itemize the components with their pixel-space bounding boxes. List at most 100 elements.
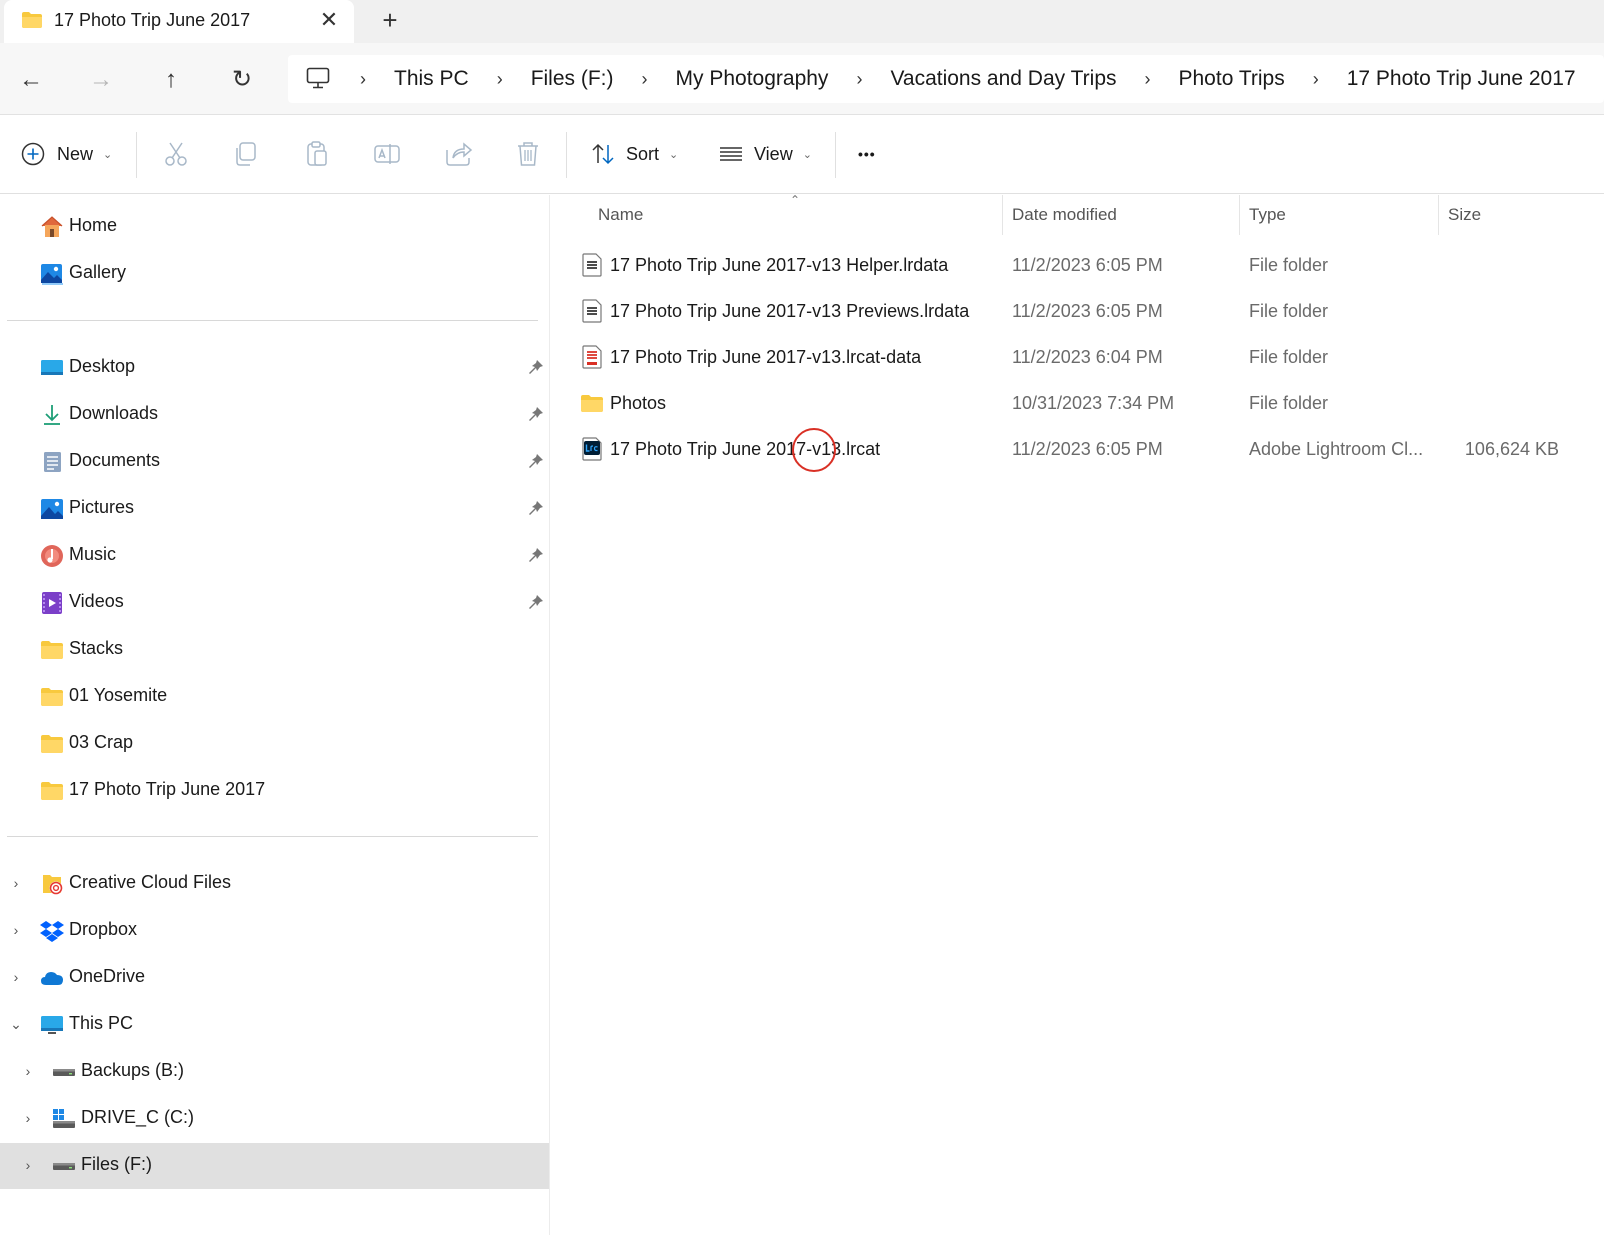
sidebar-item-label: Dropbox — [69, 919, 138, 939]
file-type: Adobe Lightroom Cl... — [1249, 439, 1424, 459]
breadcrumb-item[interactable]: Files (F:) — [531, 67, 614, 91]
sidebar-item-files-drive[interactable]: › Files (F:) — [0, 1143, 549, 1189]
file-type: File folder — [1249, 347, 1329, 367]
sidebar-item-03-crap[interactable]: 03 Crap — [0, 721, 550, 767]
table-row[interactable]: Photos 10/31/2023 7:34 PM File folder — [551, 381, 1604, 427]
new-tab-button[interactable]: + — [376, 6, 404, 34]
file-type: File folder — [1249, 393, 1329, 413]
pc-icon[interactable] — [306, 67, 330, 89]
sidebar-item-label: Documents — [69, 450, 161, 470]
address-bar[interactable]: › This PC › Files (F:) › My Photography … — [288, 55, 1604, 103]
sidebar-item-17-photo-trip[interactable]: 17 Photo Trip June 2017 — [0, 768, 550, 814]
breadcrumb-item[interactable]: 17 Photo Trip June 2017 — [1347, 67, 1576, 91]
lrcat-data-icon — [582, 345, 602, 369]
breadcrumb-item[interactable]: Photo Trips — [1179, 67, 1285, 91]
delete-icon[interactable] — [512, 138, 544, 170]
close-icon[interactable]: ✕ — [316, 8, 342, 34]
sidebar-item-downloads[interactable]: Downloads — [0, 392, 550, 438]
tab-active[interactable]: 17 Photo Trip June 2017 ✕ — [4, 0, 354, 43]
chevron-right-icon[interactable]: › — [7, 968, 25, 986]
chevron-right-icon[interactable]: › — [7, 874, 25, 892]
sidebar-item-documents[interactable]: Documents — [0, 439, 550, 485]
pin-icon[interactable] — [528, 406, 544, 422]
navigation-pane: Home Gallery Desktop Downloads Documents… — [0, 195, 550, 1235]
chevron-right-icon[interactable]: › — [7, 921, 25, 939]
pin-icon[interactable] — [528, 500, 544, 516]
column-header-type[interactable]: Type — [1249, 205, 1286, 225]
chevron-right-icon[interactable]: › — [19, 1062, 37, 1080]
table-row[interactable]: 17 Photo Trip June 2017-v13 Helper.lrdat… — [551, 243, 1604, 289]
sidebar-item-drive-c[interactable]: › DRIVE_C (C:) — [0, 1096, 550, 1142]
column-divider[interactable] — [1002, 195, 1003, 235]
chevron-right-icon[interactable]: › — [1594, 69, 1604, 90]
sidebar-item-gallery[interactable]: Gallery — [0, 251, 550, 297]
chevron-right-icon[interactable]: › — [1135, 69, 1161, 90]
back-button[interactable]: ← — [14, 63, 48, 97]
file-name: 17 Photo Trip June 2017-v13 Helper.lrdat… — [610, 255, 949, 275]
chevron-down-icon[interactable]: ⌄ — [7, 1015, 25, 1033]
column-divider[interactable] — [1438, 195, 1439, 235]
toolbar-divider — [835, 132, 836, 178]
sidebar-item-videos[interactable]: Videos — [0, 580, 550, 626]
sidebar-item-01-yosemite[interactable]: 01 Yosemite — [0, 674, 550, 720]
pin-icon[interactable] — [528, 359, 544, 375]
downloads-icon — [44, 405, 60, 425]
tab-title: 17 Photo Trip June 2017 — [54, 10, 251, 30]
more-icon: ••• — [858, 146, 876, 162]
pin-icon[interactable] — [528, 594, 544, 610]
sidebar-item-music[interactable]: Music — [0, 533, 550, 579]
refresh-button[interactable]: ↻ — [225, 63, 259, 97]
chevron-down-icon: ⌄ — [802, 148, 812, 161]
column-header-date[interactable]: Date modified — [1012, 205, 1117, 225]
dropbox-icon — [40, 921, 64, 942]
table-row[interactable]: 17 Photo Trip June 2017-v13.lrcat 11/2/2… — [551, 427, 1604, 473]
more-options-button[interactable]: ••• — [858, 136, 876, 172]
chevron-right-icon[interactable]: › — [350, 69, 376, 90]
chevron-right-icon[interactable]: › — [19, 1156, 37, 1174]
sidebar-item-label: 03 Crap — [69, 732, 134, 752]
sidebar-item-backups-drive[interactable]: › Backups (B:) — [0, 1049, 550, 1095]
sidebar-item-home[interactable]: Home — [0, 204, 550, 250]
table-row[interactable]: 17 Photo Trip June 2017-v13 Previews.lrd… — [551, 289, 1604, 335]
column-header-size[interactable]: Size — [1448, 205, 1481, 225]
file-type: File folder — [1249, 301, 1329, 321]
sidebar-item-desktop[interactable]: Desktop — [0, 345, 550, 391]
view-icon — [720, 147, 742, 161]
sidebar-item-this-pc[interactable]: ⌄ This PC — [0, 1002, 550, 1048]
view-button[interactable]: View ⌄ — [718, 136, 812, 172]
sidebar-item-stacks[interactable]: Stacks — [0, 627, 550, 673]
breadcrumb-item[interactable]: This PC — [394, 67, 469, 91]
sidebar-item-pictures[interactable]: Pictures — [0, 486, 550, 532]
sidebar-item-dropbox[interactable]: › Dropbox — [0, 908, 550, 954]
column-header-name[interactable]: Name — [598, 205, 643, 225]
add-icon — [21, 142, 45, 166]
breadcrumb-item[interactable]: Vacations and Day Trips — [890, 67, 1116, 91]
share-icon[interactable] — [442, 138, 474, 170]
chevron-right-icon[interactable]: › — [487, 69, 513, 90]
paste-icon[interactable] — [301, 138, 333, 170]
new-button[interactable]: New ⌄ — [20, 136, 112, 172]
sidebar-item-creative-cloud[interactable]: › Creative Cloud Files — [0, 861, 550, 907]
sidebar-item-onedrive[interactable]: › OneDrive — [0, 955, 550, 1001]
forward-button[interactable]: → — [84, 63, 118, 97]
sort-button[interactable]: Sort ⌄ — [590, 136, 678, 172]
cut-icon[interactable] — [160, 138, 192, 170]
file-name: 17 Photo Trip June 2017-v13.lrcat — [610, 439, 881, 459]
sidebar-item-label: Desktop — [69, 356, 136, 376]
copy-icon[interactable] — [230, 138, 262, 170]
chevron-right-icon[interactable]: › — [1303, 69, 1329, 90]
pin-icon[interactable] — [528, 453, 544, 469]
chevron-right-icon[interactable]: › — [846, 69, 872, 90]
column-divider[interactable] — [1239, 195, 1240, 235]
breadcrumb-item[interactable]: My Photography — [676, 67, 829, 91]
sidebar-item-label: DRIVE_C (C:) — [81, 1107, 195, 1127]
chevron-right-icon[interactable]: › — [632, 69, 658, 90]
up-button[interactable]: ↑ — [154, 63, 188, 97]
pin-icon[interactable] — [528, 547, 544, 563]
folder-icon — [41, 735, 63, 753]
rename-icon[interactable] — [371, 138, 403, 170]
chevron-down-icon: ⌄ — [103, 148, 113, 161]
chevron-right-icon[interactable]: › — [19, 1109, 37, 1127]
toolbar-divider — [566, 132, 567, 178]
table-row[interactable]: 17 Photo Trip June 2017-v13.lrcat-data 1… — [551, 335, 1604, 381]
